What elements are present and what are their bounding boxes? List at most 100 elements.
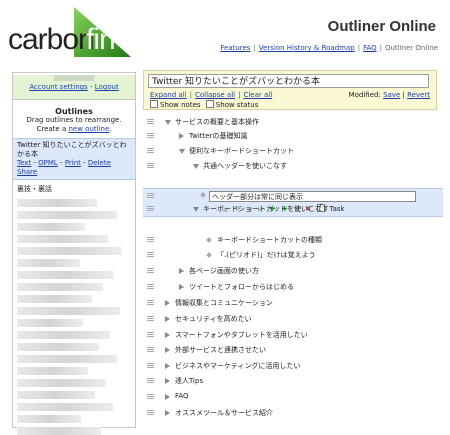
- outline-actions: Expand all | Collapse all | Clear all: [150, 91, 273, 99]
- outline-row-text: セキュリティを高めたい: [175, 315, 252, 323]
- outline-row-text: 情報収集とコミュニケーション: [175, 299, 273, 307]
- separator: -: [89, 83, 93, 91]
- drag-handle-icon[interactable]: [147, 237, 154, 243]
- nav-version-history[interactable]: Version History & Roadmap: [259, 44, 355, 52]
- collapsed-triangle-icon[interactable]: [165, 394, 170, 400]
- bullet-icon: [206, 252, 212, 258]
- drag-handle-icon[interactable]: [147, 316, 154, 322]
- outline-row[interactable]: 外部サービスと連携させたい: [143, 343, 443, 357]
- nav-features[interactable]: Features: [220, 44, 250, 52]
- outline-row[interactable]: ビジネスやマーケティングに活用したい: [143, 359, 443, 373]
- outline-row-text: 外部サービスと連携させたい: [175, 346, 266, 354]
- collapsed-triangle-icon[interactable]: [179, 133, 184, 139]
- outline-row-text: サービスの概要と基本操作: [175, 118, 259, 126]
- outline-editor: Twitter 知りたいことがズバッとわかる本 Expand all | Colla…: [143, 70, 443, 426]
- modified-label: Modified:: [348, 91, 381, 99]
- username-redacted: [54, 75, 94, 81]
- outline-row[interactable]: FAQ: [143, 390, 443, 404]
- outline-row-text: 各ページ画面の使い方: [189, 267, 259, 275]
- outline-row[interactable]: 共通ヘッダーを使いこなす: [143, 159, 443, 173]
- expanded-triangle-icon[interactable]: [193, 207, 199, 212]
- outline-row-text: キーボードショートカットを使いこなす: [203, 205, 329, 213]
- outline-row-text: オススメツール＆サービス紹介: [175, 409, 273, 417]
- outline-title-input[interactable]: Twitter 知りたいことがズバッとわかる本: [148, 74, 429, 88]
- drag-handle-icon[interactable]: [147, 394, 154, 400]
- print-link[interactable]: Print: [65, 159, 81, 167]
- outline-row[interactable]: 情報収集とコミュニケーション: [143, 296, 443, 310]
- logout-link[interactable]: Logout: [95, 83, 119, 91]
- expand-all-button[interactable]: Expand all: [150, 91, 187, 99]
- share-link[interactable]: Share: [17, 168, 37, 176]
- drag-handle-icon[interactable]: [147, 268, 154, 274]
- export-opml-link[interactable]: OPML: [38, 159, 58, 167]
- drag-handle-icon[interactable]: [147, 206, 154, 212]
- export-text-link[interactable]: Text: [17, 159, 31, 167]
- account-panel: Account settings - Logout: [13, 75, 135, 100]
- outline-row[interactable]: キーボードショートカットを使いこなす: [143, 202, 443, 216]
- app-header: carbon fin Outliner Online Features | Vers…: [0, 0, 450, 62]
- show-status-checkbox[interactable]: [205, 100, 214, 108]
- outline-row-text: スマートフォンやタブレットを活用したい: [175, 331, 308, 339]
- outline-item-edit-input[interactable]: ヘッダー部分は常に同じ表示: [209, 191, 416, 202]
- show-notes-label: Show notes: [160, 101, 201, 109]
- drag-handle-icon[interactable]: [147, 193, 154, 199]
- drag-handle-icon[interactable]: [147, 363, 154, 369]
- collapsed-triangle-icon[interactable]: [165, 316, 170, 322]
- collapsed-triangle-icon[interactable]: [179, 268, 184, 274]
- drag-handle-icon[interactable]: [147, 284, 154, 290]
- outlines-heading: Outlines: [55, 107, 93, 116]
- drag-handle-icon[interactable]: [147, 332, 154, 338]
- selected-outline[interactable]: Twitter 知りたいことがズバッとわかる本 Text - OPML - Pr…: [13, 138, 135, 180]
- collapsed-triangle-icon[interactable]: [165, 363, 170, 369]
- view-options: Show notes Show status: [150, 100, 258, 109]
- drag-handle-icon[interactable]: [147, 148, 154, 154]
- outline-row-text: ツイートとフォローからはじめる: [189, 283, 294, 291]
- save-button[interactable]: Save: [383, 91, 400, 99]
- app-title: Outliner Online: [327, 18, 436, 35]
- outline-row[interactable]: Twitterの基礎知識: [143, 129, 443, 143]
- outline-row[interactable]: 「.(ピリオド)」だけは覚えよう: [143, 248, 443, 262]
- outline-row[interactable]: セキュリティを高めたい: [143, 312, 443, 326]
- account-settings-link[interactable]: Account settings: [29, 83, 87, 91]
- expanded-triangle-icon[interactable]: [193, 164, 199, 169]
- sidebar: Account settings - Logout Outlines Drag …: [12, 72, 136, 435]
- show-notes-checkbox[interactable]: [150, 100, 158, 108]
- nav-faq[interactable]: FAQ: [363, 44, 377, 52]
- outline-row[interactable]: 便利なキーボードショートカット: [143, 144, 443, 158]
- collapse-all-button[interactable]: Collapse all: [195, 91, 235, 99]
- outline-row[interactable]: オススメツール＆サービス紹介: [143, 406, 443, 420]
- drag-handle-icon[interactable]: [147, 300, 154, 306]
- outline-item[interactable]: 裏技・裏話: [13, 182, 135, 196]
- expanded-triangle-icon[interactable]: [179, 149, 185, 154]
- drag-hint: Drag outlines to rearrange.: [26, 116, 122, 124]
- nav-current-outliner: Outliner Online: [384, 44, 438, 52]
- new-outline-link[interactable]: new outline: [68, 125, 109, 133]
- outline-row[interactable]: スマートフォンやタブレットを活用したい: [143, 328, 443, 342]
- outline-row[interactable]: 達人Tips: [143, 374, 443, 388]
- collapsed-triangle-icon[interactable]: [165, 347, 170, 353]
- outline-row-text: 「.(ピリオド)」だけは覚えよう: [217, 251, 316, 259]
- collapsed-triangle-icon[interactable]: [179, 284, 184, 290]
- carbonfin-logo[interactable]: carbon fin: [8, 5, 133, 60]
- collapsed-triangle-icon[interactable]: [165, 332, 170, 338]
- collapsed-triangle-icon[interactable]: [165, 410, 170, 416]
- outline-row[interactable]: ツイートとフォローからはじめる: [143, 280, 443, 294]
- revert-button[interactable]: Revert: [407, 91, 430, 99]
- delete-link[interactable]: Delete: [88, 159, 111, 167]
- drag-handle-icon[interactable]: [147, 378, 154, 384]
- drag-handle-icon[interactable]: [147, 410, 154, 416]
- collapsed-triangle-icon[interactable]: [165, 378, 170, 384]
- outline-row[interactable]: 各ページ画面の使い方: [143, 264, 443, 278]
- drag-handle-icon[interactable]: [147, 119, 154, 125]
- drag-handle-icon[interactable]: [147, 133, 154, 139]
- outline-row[interactable]: キーボードショートカットの種類: [143, 233, 443, 247]
- expanded-triangle-icon[interactable]: [165, 120, 171, 125]
- outline-row-text: 共通ヘッダーを使いこなす: [203, 162, 287, 170]
- logo-text-fin: fin: [86, 23, 116, 56]
- clear-all-button[interactable]: Clear all: [243, 91, 272, 99]
- collapsed-triangle-icon[interactable]: [165, 300, 170, 306]
- drag-handle-icon[interactable]: [147, 347, 154, 353]
- drag-handle-icon[interactable]: [147, 163, 154, 169]
- outline-row[interactable]: サービスの概要と基本操作: [143, 115, 443, 129]
- drag-handle-icon[interactable]: [147, 252, 154, 258]
